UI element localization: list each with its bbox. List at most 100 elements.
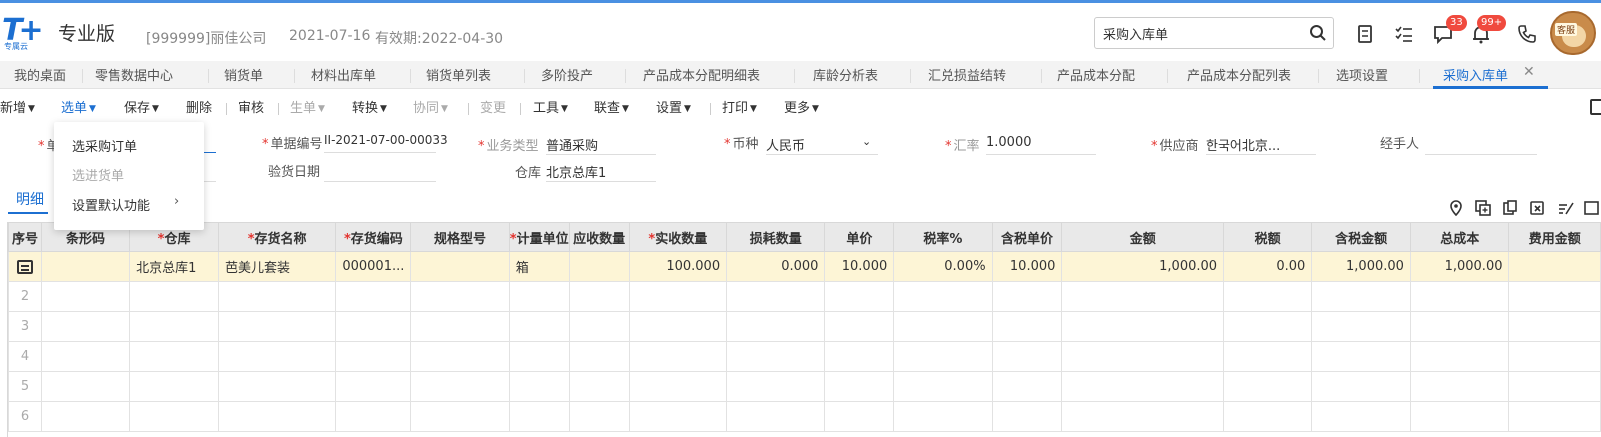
- col-index[interactable]: 序号: [8, 222, 42, 252]
- tab-material-out[interactable]: 材料出库单: [311, 65, 376, 84]
- new-button[interactable]: 新增 ▼: [0, 97, 35, 116]
- tab-divider: [1318, 69, 1319, 83]
- biz-type-field[interactable]: 普通采购: [546, 135, 598, 154]
- col-loss-qty[interactable]: 损耗数量: [726, 222, 826, 252]
- col-tax-price[interactable]: 含税单价: [991, 222, 1063, 252]
- col-unit[interactable]: *计量单位: [508, 222, 570, 252]
- generate-label: 生单: [290, 101, 317, 116]
- col-amount[interactable]: 金额: [1061, 222, 1225, 252]
- rate-field[interactable]: 1.0000: [986, 135, 1032, 150]
- doc-no-field[interactable]: II-2021-07-00-00033: [324, 133, 448, 147]
- tab-desktop[interactable]: 我的桌面: [14, 65, 66, 84]
- col-total-cost[interactable]: 总成本: [1409, 222, 1510, 252]
- more-button[interactable]: 更多 ▼: [784, 97, 819, 116]
- cell-spec[interactable]: [410, 251, 510, 282]
- col-tax-amount[interactable]: 含税金额: [1311, 222, 1411, 252]
- cell-amount[interactable]: 1,000.00: [1061, 251, 1225, 282]
- col-price[interactable]: 单价: [824, 222, 895, 252]
- tab-cost-alloc[interactable]: 产品成本分配: [1057, 65, 1135, 84]
- cell-fee[interactable]: [1508, 251, 1601, 282]
- cell-due-qty[interactable]: [568, 251, 630, 282]
- table-row[interactable]: 2: [8, 281, 1601, 312]
- delete-row-icon[interactable]: [1529, 199, 1547, 217]
- cell-loss-qty[interactable]: 0.000: [726, 251, 826, 282]
- generate-button[interactable]: 生单 ▼: [290, 97, 325, 116]
- tab-cost-detail[interactable]: 产品成本分配明细表: [643, 65, 760, 84]
- cell-price[interactable]: 10.000: [824, 251, 895, 282]
- col-tax-rate[interactable]: 税率%: [893, 222, 993, 252]
- tab-multi-stage[interactable]: 多阶投产: [541, 65, 593, 84]
- search-icon[interactable]: [1309, 24, 1327, 42]
- chevron-down-icon[interactable]: ⌄: [862, 135, 871, 148]
- table-row[interactable]: 5: [8, 371, 1601, 402]
- cell-item-code[interactable]: 000001...: [335, 251, 412, 282]
- col-fee[interactable]: 费用金额: [1508, 222, 1601, 252]
- table-row[interactable]: 4: [8, 341, 1601, 372]
- select-button[interactable]: 选单 ▼: [61, 97, 96, 116]
- copy-row-icon[interactable]: [1501, 199, 1519, 217]
- cell-item-name[interactable]: 芭美儿套装: [217, 251, 337, 282]
- tab-sales-order[interactable]: 销货单: [224, 65, 263, 84]
- cell-tax-price[interactable]: 10.000: [991, 251, 1063, 282]
- convert-button[interactable]: 转换 ▼: [352, 97, 387, 116]
- tab-detail[interactable]: 明细: [16, 189, 44, 209]
- menu-item-default-function[interactable]: 设置默认功能: [72, 195, 150, 214]
- handler-underline[interactable]: [1425, 154, 1537, 155]
- cell-barcode[interactable]: [40, 251, 131, 282]
- print-button[interactable]: 打印 ▼: [722, 97, 757, 116]
- cell-recv-qty[interactable]: 100.000: [628, 251, 728, 282]
- col-tax[interactable]: 税额: [1223, 222, 1313, 252]
- currency-select[interactable]: 人民币: [766, 135, 805, 154]
- app-logo[interactable]: T+ 专属云: [0, 13, 56, 51]
- cell-tax[interactable]: 0.00: [1223, 251, 1313, 282]
- close-icon[interactable]: ✕: [1523, 64, 1535, 80]
- warehouse-field[interactable]: 北京总库1: [546, 162, 606, 181]
- settings-button[interactable]: 设置 ▼: [656, 97, 691, 116]
- row-menu-icon[interactable]: [16, 259, 33, 274]
- cell-tax-rate[interactable]: 0.00%: [893, 251, 993, 282]
- tab-exchange[interactable]: 汇兑损益结转: [928, 65, 1006, 84]
- phone-icon[interactable]: [1516, 23, 1538, 45]
- collab-button[interactable]: 协同 ▼: [413, 97, 448, 116]
- chevron-down-icon: ▼: [152, 104, 159, 114]
- menu-item-select-po[interactable]: 选采购订单: [72, 136, 137, 155]
- col-item-name[interactable]: *存货名称: [217, 222, 337, 252]
- task-list-icon[interactable]: [1393, 23, 1415, 45]
- tab-sales-list[interactable]: 销货单列表: [426, 65, 491, 84]
- inspect-date-underline[interactable]: [324, 181, 436, 182]
- search-box[interactable]: [1094, 17, 1334, 49]
- col-due-qty[interactable]: 应收数量: [568, 222, 630, 252]
- cell-unit[interactable]: 箱: [508, 251, 570, 282]
- menu-item-select-receipt[interactable]: 选进货单: [72, 165, 124, 184]
- delete-button[interactable]: 删除: [186, 97, 212, 116]
- add-row-icon[interactable]: [1474, 199, 1492, 217]
- row-edit-cell[interactable]: [8, 251, 42, 282]
- table-row[interactable]: 6: [8, 401, 1601, 432]
- col-recv-qty[interactable]: *实收数量: [628, 222, 728, 252]
- tab-options[interactable]: 选项设置: [1336, 65, 1388, 84]
- tab-retail-center[interactable]: 零售数据中心: [95, 65, 173, 84]
- audit-button[interactable]: 审核: [238, 97, 264, 116]
- tab-purchase-in[interactable]: 采购入库单: [1443, 65, 1508, 84]
- location-icon[interactable]: [1447, 199, 1465, 217]
- customer-service-avatar[interactable]: 客服: [1550, 11, 1596, 55]
- cell-total-cost[interactable]: 1,000.00: [1409, 251, 1510, 282]
- tab-age-analysis[interactable]: 库龄分析表: [813, 65, 878, 84]
- save-button[interactable]: 保存 ▼: [124, 97, 159, 116]
- cell-tax-amount[interactable]: 1,000.00: [1311, 251, 1411, 282]
- cell-warehouse[interactable]: 北京总库1: [129, 251, 219, 282]
- tools-button[interactable]: 工具 ▼: [533, 97, 568, 116]
- table-row[interactable]: 北京总库1 芭美儿套装 000001... 箱 100.000 0.000 10…: [8, 251, 1601, 282]
- query-button[interactable]: 联查 ▼: [594, 97, 629, 116]
- calendar-icon[interactable]: [1590, 99, 1601, 115]
- calculator-icon[interactable]: [1354, 23, 1376, 45]
- search-input[interactable]: [1103, 23, 1303, 43]
- change-button[interactable]: 变更: [480, 97, 506, 116]
- col-item-code[interactable]: *存货编码: [335, 222, 412, 252]
- batch-edit-icon[interactable]: [1557, 199, 1575, 217]
- supplier-field[interactable]: 한국어北京...: [1206, 135, 1280, 154]
- col-spec[interactable]: 规格型号: [410, 222, 510, 252]
- table-row[interactable]: 3: [8, 311, 1601, 342]
- tab-cost-alloc-list[interactable]: 产品成本分配列表: [1187, 65, 1291, 84]
- column-settings-icon[interactable]: [1583, 199, 1601, 217]
